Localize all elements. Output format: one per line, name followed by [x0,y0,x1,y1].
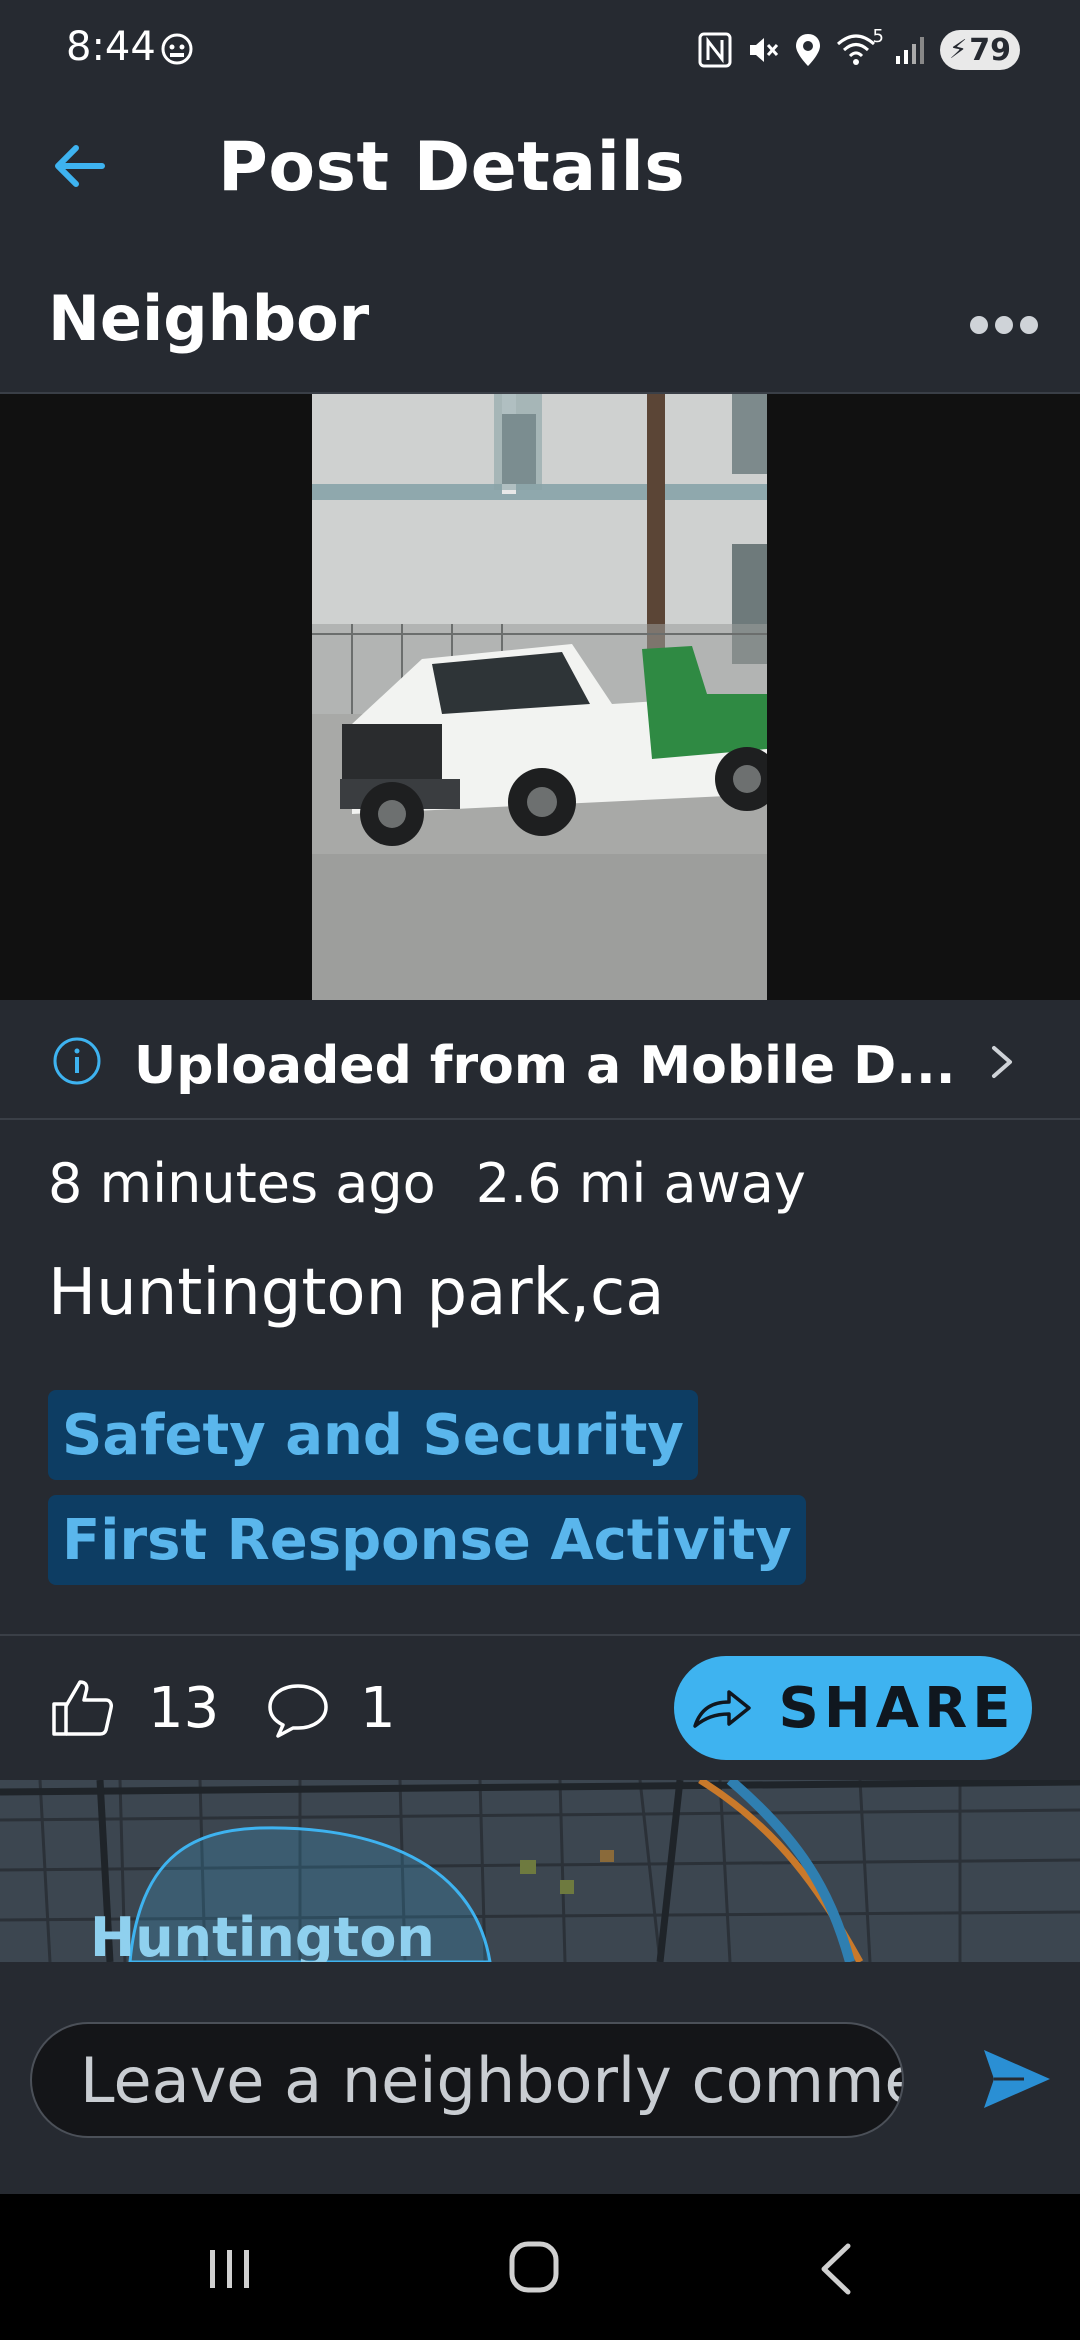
time-ago: 8 minutes ago [48,1152,436,1215]
thumbs-up-icon[interactable] [50,1678,116,1738]
divider [0,1634,1080,1636]
post-photo[interactable] [312,394,767,1000]
status-time: 8:44 [66,24,156,70]
home-icon[interactable] [508,2240,560,2294]
share-button[interactable]: SHARE [674,1656,1032,1760]
tag-safety-and-security[interactable]: Safety and Security [48,1390,698,1480]
map-label: Huntington [90,1906,435,1969]
info-icon [53,1037,101,1085]
battery-icon: ⚡ 79 [940,30,1020,70]
network-label: 5 [872,26,884,47]
post-meta: 8 minutes ago 2.6 mi away [48,1152,806,1215]
more-dots-icon[interactable] [964,300,1044,350]
face-widget-icon [161,33,193,65]
share-label: SHARE [778,1675,1016,1741]
back-nav-icon[interactable] [818,2242,854,2296]
send-icon[interactable] [980,2046,1054,2112]
comment-count: 1 [360,1676,396,1741]
chevron-right-icon[interactable] [990,1044,1014,1080]
status-icons: 5 ⚡ 79 [698,26,1020,72]
nfc-icon [698,32,732,68]
comment-bubble-icon[interactable] [266,1680,330,1740]
mute-icon [750,38,779,62]
signal-icon [896,37,924,64]
tag-first-response-activity[interactable]: First Response Activity [48,1495,806,1585]
distance: 2.6 mi away [475,1152,806,1215]
like-count: 13 [148,1676,220,1741]
page-title: Post Details [218,128,686,207]
author-name[interactable]: Neighbor [48,282,369,355]
recents-icon[interactable] [206,2246,254,2292]
post-location: Huntington park,ca [48,1256,665,1330]
location-icon [796,34,820,66]
battery-level: 79 [969,32,1011,68]
upload-info-text: Uploaded from a Mobile D... [134,1036,956,1096]
comment-input[interactable] [30,2022,904,2138]
wifi-icon: 5 [836,26,884,68]
back-arrow-icon[interactable] [40,126,120,206]
share-arrow-icon [692,1690,751,1728]
